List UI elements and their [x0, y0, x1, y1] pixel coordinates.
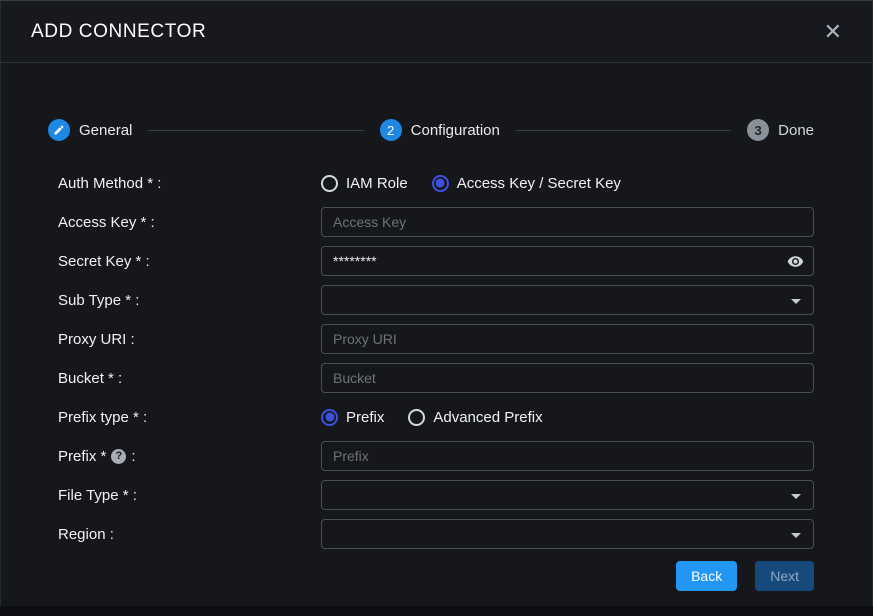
close-icon[interactable]: ✕ [820, 19, 846, 45]
step-configuration[interactable]: 2 Configuration [380, 119, 500, 141]
radio-icon [321, 175, 338, 192]
radio-iam-role-label: IAM Role [346, 175, 408, 192]
region-row: Region : [58, 519, 814, 549]
access-key-input[interactable] [321, 207, 814, 237]
wizard-stepper: General 2 Configuration 3 Done [48, 119, 814, 141]
secret-key-label: Secret Key * : [58, 253, 321, 270]
file-type-row: File Type * : [58, 480, 814, 510]
pencil-icon [48, 119, 70, 141]
radio-advanced-prefix-label: Advanced Prefix [433, 409, 542, 426]
sub-type-row: Sub Type * : [58, 285, 814, 315]
step-number-badge: 2 [380, 119, 402, 141]
stepper-connector [148, 130, 363, 131]
prefix-type-radio-group: Prefix Advanced Prefix [321, 409, 814, 426]
back-button[interactable]: Back [676, 561, 737, 591]
step-configuration-label: Configuration [411, 122, 500, 139]
auth-method-radio-group: IAM Role Access Key / Secret Key [321, 175, 814, 192]
modal-header: ADD CONNECTOR ✕ [1, 1, 872, 63]
secret-key-row: Secret Key * : [58, 246, 814, 276]
bucket-label: Bucket * : [58, 370, 321, 387]
prefix-type-row: Prefix type * : Prefix Advanced Prefix [58, 402, 814, 432]
step-done-label: Done [778, 122, 814, 139]
radio-iam-role[interactable]: IAM Role [321, 175, 408, 192]
radio-access-key-label: Access Key / Secret Key [457, 175, 621, 192]
file-type-label: File Type * : [58, 487, 321, 504]
radio-icon [321, 409, 338, 426]
radio-prefix-label: Prefix [346, 409, 384, 426]
region-select[interactable] [321, 519, 814, 549]
radio-prefix[interactable]: Prefix [321, 409, 384, 426]
proxy-uri-row: Proxy URI : [58, 324, 814, 354]
prefix-row: Prefix * ? : [58, 441, 814, 471]
step-done: 3 Done [747, 119, 814, 141]
region-label: Region : [58, 526, 321, 543]
bucket-input[interactable] [321, 363, 814, 393]
connector-config-form: Auth Method * : IAM Role Access Key / Se… [1, 168, 872, 549]
modal-title: ADD CONNECTOR [31, 21, 206, 43]
chevron-down-icon [791, 533, 801, 538]
secret-key-input[interactable] [321, 246, 814, 276]
chevron-down-icon [791, 494, 801, 499]
access-key-label: Access Key * : [58, 214, 321, 231]
prefix-label: Prefix * ? : [58, 448, 321, 465]
access-key-row: Access Key * : [58, 207, 814, 237]
prefix-type-label: Prefix type * : [58, 409, 321, 426]
chevron-down-icon [791, 299, 801, 304]
stepper-connector [516, 130, 731, 131]
eye-icon[interactable] [787, 253, 804, 270]
sub-type-label: Sub Type * : [58, 292, 321, 309]
prefix-input[interactable] [321, 441, 814, 471]
next-button[interactable]: Next [755, 561, 814, 591]
auth-method-label: Auth Method * : [58, 175, 321, 192]
file-type-select[interactable] [321, 480, 814, 510]
prefix-label-colon: : [131, 448, 135, 465]
sub-type-select[interactable] [321, 285, 814, 315]
step-general-label: General [79, 122, 132, 139]
radio-icon [408, 409, 425, 426]
proxy-uri-label: Proxy URI : [58, 331, 321, 348]
help-icon[interactable]: ? [111, 449, 126, 464]
radio-access-key-secret-key[interactable]: Access Key / Secret Key [432, 175, 621, 192]
modal-footer: Back Next [1, 561, 872, 591]
radio-icon [432, 175, 449, 192]
auth-method-row: Auth Method * : IAM Role Access Key / Se… [58, 168, 814, 198]
step-general[interactable]: General [48, 119, 132, 141]
step-number-badge: 3 [747, 119, 769, 141]
add-connector-modal: ADD CONNECTOR ✕ General 2 Configuration … [0, 0, 873, 606]
radio-advanced-prefix[interactable]: Advanced Prefix [408, 409, 542, 426]
bucket-row: Bucket * : [58, 363, 814, 393]
proxy-uri-input[interactable] [321, 324, 814, 354]
prefix-label-text: Prefix * [58, 448, 106, 465]
